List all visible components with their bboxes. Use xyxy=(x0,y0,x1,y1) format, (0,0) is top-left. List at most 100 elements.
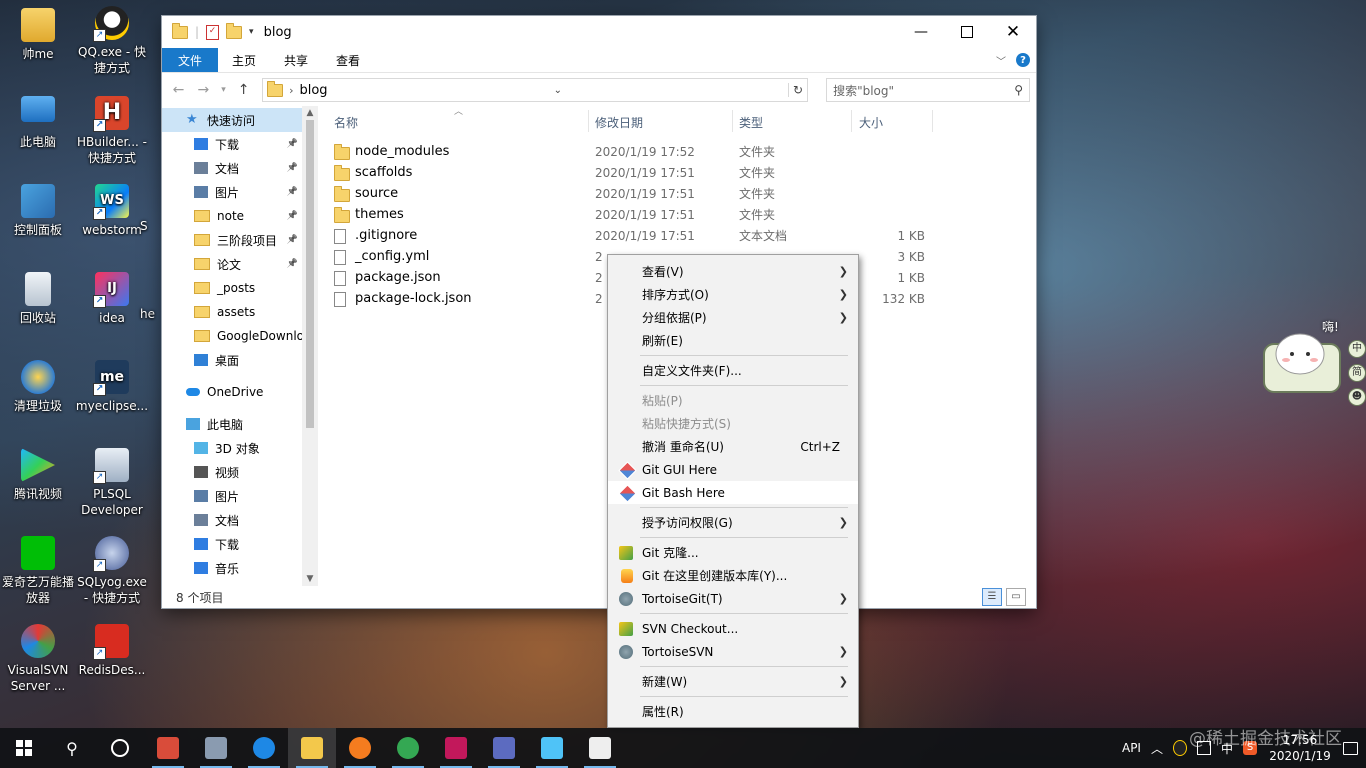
nav-item[interactable]: 下载 xyxy=(162,532,302,556)
nav-item[interactable]: 三阶段项目 📌 xyxy=(162,228,302,252)
scroll-down-icon[interactable]: ▼ xyxy=(302,574,318,584)
tab-file[interactable]: 文件 xyxy=(162,48,219,72)
customize-toolbar-icon[interactable]: ▾ xyxy=(249,27,254,37)
details-view-icon[interactable]: ☰ xyxy=(982,588,1002,606)
close-button[interactable]: ✕ xyxy=(990,16,1036,48)
column-header-type[interactable]: 类型 xyxy=(739,114,763,131)
search-button[interactable]: ⚲ xyxy=(48,728,96,768)
desktop-icon-recycle-bin[interactable]: 回收站 xyxy=(0,272,76,326)
taskbar-app[interactable] xyxy=(576,728,624,768)
desktop-mascot[interactable]: 嗨! xyxy=(1262,320,1342,394)
column-divider[interactable] xyxy=(588,110,589,132)
file-row[interactable]: themes 2020/1/19 17:51 文件夹 xyxy=(318,204,1036,225)
mascot-badge[interactable]: ☻ xyxy=(1348,388,1366,406)
taskbar-app[interactable] xyxy=(384,728,432,768)
nav-item[interactable]: 论文 📌 xyxy=(162,252,302,276)
maximize-button[interactable] xyxy=(944,16,990,48)
qq-tray-icon[interactable] xyxy=(1172,740,1187,756)
nav-item[interactable]: 桌面 xyxy=(162,348,302,372)
column-header-name[interactable]: 名称 xyxy=(334,114,358,131)
search-input[interactable]: 搜索"blog" ⚲ xyxy=(826,78,1030,102)
desktop-icon-iqiyi[interactable]: 爱奇艺万能播放器 xyxy=(0,536,76,606)
nav-item[interactable]: 3D 对象 xyxy=(162,436,302,460)
title-bar[interactable]: | ✓ ▾ blog — ✕ xyxy=(162,16,1036,48)
nav-item[interactable]: 视频 xyxy=(162,460,302,484)
menu-item[interactable]: Git 在这里创建版本库(Y)... xyxy=(608,564,858,587)
desktop-icon-idea[interactable]: IJ ↗ idea xyxy=(74,272,150,326)
nav-item[interactable]: note 📌 xyxy=(162,204,302,228)
back-button[interactable]: ← xyxy=(168,82,189,98)
file-row[interactable]: source 2020/1/19 17:51 文件夹 xyxy=(318,183,1036,204)
nav-item[interactable]: 此电脑 xyxy=(162,412,302,436)
mascot-badge[interactable]: 简 xyxy=(1348,364,1366,382)
menu-item[interactable]: Git Bash Here xyxy=(608,481,858,504)
menu-item[interactable]: 授予访问权限(G) ❯ xyxy=(608,511,858,534)
recent-locations-button[interactable]: ▾ xyxy=(218,85,229,95)
search-icon[interactable]: ⚲ xyxy=(1014,83,1023,97)
navigation-scrollbar[interactable]: ▲ ▼ xyxy=(302,106,318,586)
nav-item[interactable]: 文档 📌 xyxy=(162,156,302,180)
menu-item[interactable]: TortoiseGit(T) ❯ xyxy=(608,587,858,610)
desktop-icon-user[interactable]: 帅me xyxy=(0,8,76,62)
taskbar-app[interactable] xyxy=(288,728,336,768)
column-header-size[interactable]: 大小 xyxy=(859,114,883,131)
taskbar-app[interactable] xyxy=(336,728,384,768)
desktop-icon-qq[interactable]: ↗ QQ.exe - 快捷方式 xyxy=(74,6,150,76)
menu-item[interactable]: SVN Checkout... xyxy=(608,617,858,640)
menu-item[interactable]: 属性(R) xyxy=(608,700,858,723)
menu-item[interactable]: TortoiseSVN ❯ xyxy=(608,640,858,663)
nav-item[interactable]: 图片 xyxy=(162,484,302,508)
nav-item[interactable]: 音乐 xyxy=(162,556,302,580)
file-row[interactable]: .gitignore 2020/1/19 17:51 文本文档 1 KB xyxy=(318,225,1036,246)
minimize-button[interactable]: — xyxy=(898,16,944,48)
column-divider[interactable] xyxy=(732,110,733,132)
tab-home[interactable]: 主页 xyxy=(218,48,270,72)
navigation-pane[interactable]: ★ 快速访问 下载 📌 文档 📌 图片 📌 note 📌 三阶段项目 📌 论文 📌 _posts assets… xyxy=(162,106,302,586)
nav-item[interactable]: assets xyxy=(162,300,302,324)
nav-item[interactable]: 图片 📌 xyxy=(162,180,302,204)
help-icon[interactable]: ? xyxy=(1016,53,1030,67)
tab-share[interactable]: 共享 xyxy=(270,48,322,72)
breadcrumb-chevron-icon[interactable]: › xyxy=(289,84,293,97)
nav-item[interactable]: ★ 快速访问 xyxy=(162,108,302,132)
taskbar-app[interactable] xyxy=(240,728,288,768)
menu-item[interactable]: 撤消 重命名(U) Ctrl+Z xyxy=(608,435,858,458)
tab-view[interactable]: 查看 xyxy=(322,48,374,72)
desktop-icon-redis[interactable]: ↗ RedisDes... xyxy=(74,624,150,678)
column-divider[interactable] xyxy=(932,110,933,132)
taskbar-app[interactable] xyxy=(192,728,240,768)
desktop-icon-hbuilder[interactable]: H ↗ HBuilder... - 快捷方式 xyxy=(74,96,150,166)
menu-item[interactable]: Git GUI Here xyxy=(608,458,858,481)
address-dropdown-icon[interactable]: ⌄ xyxy=(554,85,562,96)
taskbar-app[interactable] xyxy=(480,728,528,768)
address-bar[interactable]: › blog ⌄ ↻ xyxy=(262,78,809,102)
nav-item[interactable]: OneDrive xyxy=(162,380,302,404)
nav-item[interactable]: GoogleDownlo xyxy=(162,324,302,348)
desktop-icon-this-pc[interactable]: 此电脑 xyxy=(0,96,76,150)
menu-item[interactable]: 刷新(E) xyxy=(608,329,858,352)
scroll-up-icon[interactable]: ▲ xyxy=(302,108,318,118)
forward-button[interactable]: → xyxy=(193,82,214,98)
tray-text[interactable]: API xyxy=(1122,741,1141,755)
menu-item[interactable]: Git 克隆... xyxy=(608,541,858,564)
scrollbar-thumb[interactable] xyxy=(306,120,314,428)
desktop-icon-plsql[interactable]: ↗ PLSQL Developer xyxy=(74,448,150,518)
taskbar-app[interactable] xyxy=(432,728,480,768)
taskbar-app[interactable] xyxy=(528,728,576,768)
properties-icon[interactable]: ✓ xyxy=(206,24,220,40)
task-view-button[interactable] xyxy=(96,728,144,768)
menu-item[interactable]: 新建(W) ❯ xyxy=(608,670,858,693)
desktop-icon-sqlyog[interactable]: ↗ SQLyog.exe - 快捷方式 xyxy=(74,536,150,606)
mascot-badge[interactable]: 中 xyxy=(1348,340,1366,358)
tray-overflow-icon[interactable]: ︿ xyxy=(1151,740,1163,757)
desktop-icon-cleanup[interactable]: 清理垃圾 xyxy=(0,360,76,414)
notification-icon[interactable] xyxy=(1343,741,1358,755)
nav-item[interactable]: _posts xyxy=(162,276,302,300)
nav-item[interactable]: 文档 xyxy=(162,508,302,532)
expand-ribbon-icon[interactable]: ﹀ xyxy=(996,53,1006,68)
column-header-date[interactable]: 修改日期 xyxy=(595,114,643,131)
breadcrumb[interactable]: blog xyxy=(299,83,327,98)
column-divider[interactable] xyxy=(851,110,852,132)
desktop-icon-tencent-video[interactable]: 腾讯视频 xyxy=(0,448,76,502)
desktop-icon-myeclipse[interactable]: me ↗ myeclipse... xyxy=(74,360,150,414)
